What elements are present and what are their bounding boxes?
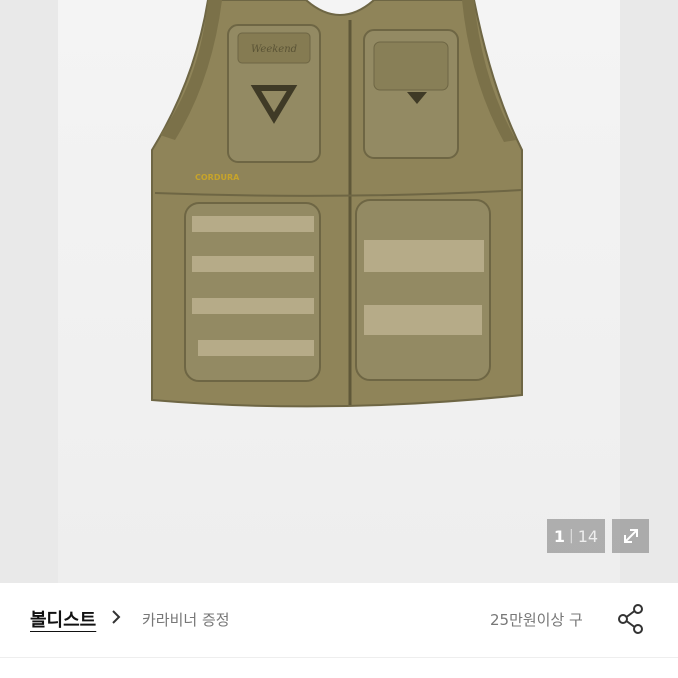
chest-logo-text: CORDURA xyxy=(195,173,240,182)
promo-text-secondary: 25만원이상 구 xyxy=(490,611,583,629)
share-icon[interactable] xyxy=(616,603,646,635)
image-counter: 1 | 14 xyxy=(547,519,605,553)
store-info-bar: 볼디스트 카라비너 증정 25만원이상 구 xyxy=(0,583,678,658)
expand-button[interactable] xyxy=(612,519,649,553)
vest-illustration: Weekend CORDURA xyxy=(151,0,523,408)
pocket-logo-text: Weekend xyxy=(251,44,297,55)
image-counter-separator: | xyxy=(569,528,574,544)
image-counter-current: 1 xyxy=(553,526,566,546)
promo-text: 카라비너 증정 xyxy=(142,611,230,629)
product-image-gallery[interactable]: Weekend CORDURA 1 | 14 xyxy=(0,0,678,583)
expand-icon xyxy=(623,529,638,543)
chevron-right-icon[interactable] xyxy=(110,608,122,626)
store-name-link[interactable]: 볼디스트 xyxy=(30,606,96,632)
image-counter-total: 14 xyxy=(577,526,599,546)
